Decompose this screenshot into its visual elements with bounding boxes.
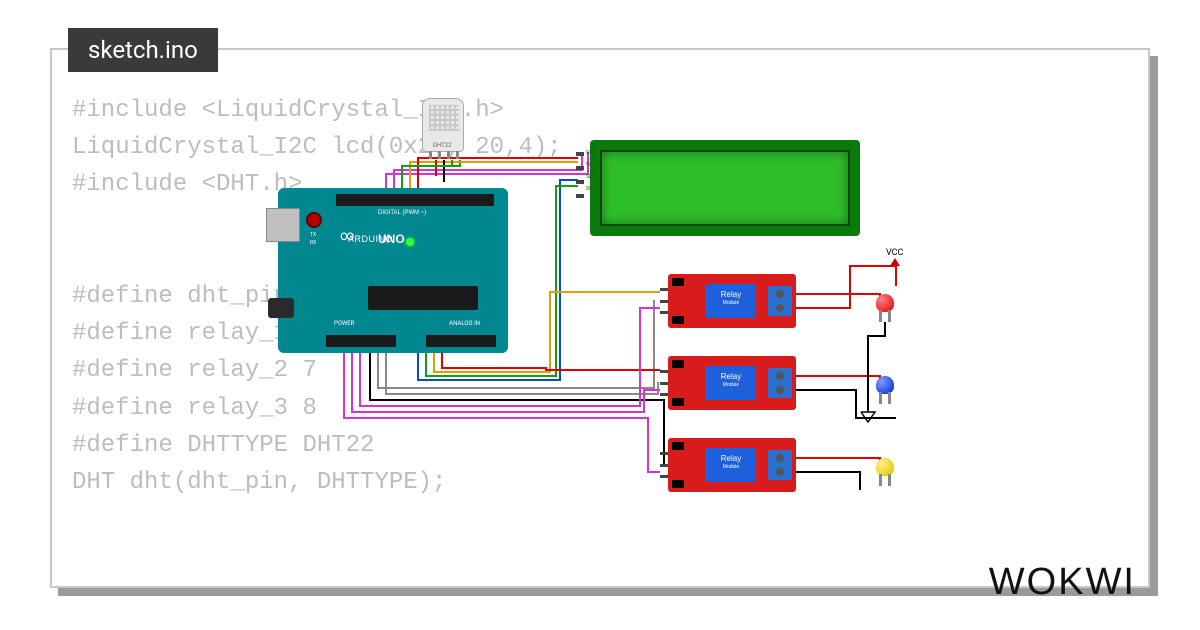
relay-led-icon bbox=[672, 278, 684, 286]
arduino-model-label: UNO bbox=[378, 232, 405, 246]
power-section-label: POWER bbox=[334, 320, 354, 327]
led-red[interactable] bbox=[876, 294, 894, 312]
relay-led-icon bbox=[672, 360, 684, 368]
tx-label: TX bbox=[310, 232, 316, 238]
gnd-icon bbox=[860, 406, 876, 424]
relay-module-3[interactable]: Relay Module bbox=[668, 438, 796, 492]
usb-port-icon bbox=[266, 208, 300, 242]
dht22-grille bbox=[429, 105, 459, 131]
analog-header bbox=[426, 335, 496, 347]
relay-module-2[interactable]: Relay Module bbox=[668, 356, 796, 410]
power-header bbox=[326, 335, 396, 347]
lcd-20x4[interactable]: GND VCC SDA SCL bbox=[590, 140, 860, 236]
lcd-screen bbox=[600, 150, 850, 226]
arduino-uno-board[interactable]: ∞ ARDUINO UNO DIGITAL (PWM ~) POWER ANAL… bbox=[278, 188, 508, 353]
power-led-icon bbox=[406, 238, 414, 246]
relay-block: Relay Module bbox=[706, 284, 756, 318]
dht22-sensor[interactable]: DHT22 bbox=[422, 98, 464, 152]
relay-name: Relay bbox=[721, 290, 741, 299]
power-jack-icon bbox=[268, 298, 294, 318]
dht22-label: DHT22 bbox=[433, 142, 451, 149]
file-tab[interactable]: sketch.ino bbox=[68, 28, 218, 72]
gnd-symbol bbox=[860, 406, 876, 424]
relay-sub: Module bbox=[706, 382, 756, 388]
lcd-i2c-pins bbox=[576, 152, 586, 198]
relay-input-pins bbox=[660, 288, 668, 314]
led-blue[interactable] bbox=[876, 376, 894, 394]
reset-button[interactable] bbox=[306, 212, 322, 228]
relay-led-icon bbox=[672, 398, 684, 406]
relay-block: Relay Module bbox=[706, 448, 756, 482]
atmega-chip-icon bbox=[368, 286, 478, 310]
lcd-pin-sda: SDA bbox=[586, 174, 595, 180]
relay-name: Relay bbox=[721, 454, 741, 463]
file-tab-label: sketch.ino bbox=[88, 36, 198, 64]
dht22-pins bbox=[429, 151, 459, 159]
vcc-symbol: VCC bbox=[886, 248, 903, 266]
relay-block: Relay Module bbox=[706, 366, 756, 400]
wokwi-logo-text: WOKWI bbox=[989, 561, 1136, 603]
wokwi-logo: WOKWI bbox=[989, 561, 1136, 604]
lcd-pin-vcc: VCC bbox=[586, 162, 596, 168]
relay-screw-terminal bbox=[768, 286, 792, 316]
lcd-pin-scl: SCL bbox=[586, 186, 595, 192]
relay-module-1[interactable]: Relay Module bbox=[668, 274, 796, 328]
relay-input-pins bbox=[660, 452, 668, 478]
lcd-pin-gnd: GND bbox=[586, 150, 596, 156]
circuit-canvas[interactable]: DHT22 ∞ ARDUINO UNO DIGITAL (PWM ~) POWE… bbox=[260, 70, 1140, 570]
vcc-label: VCC bbox=[886, 248, 903, 258]
rx-label: RX bbox=[310, 240, 316, 246]
digital-header bbox=[336, 194, 494, 206]
relay-sub: Module bbox=[706, 464, 756, 470]
digital-section-label: DIGITAL (PWM ~) bbox=[378, 210, 426, 216]
vcc-arrow-icon bbox=[890, 258, 900, 266]
relay-screw-terminal bbox=[768, 450, 792, 480]
analog-section-label: ANALOG IN bbox=[449, 320, 480, 327]
relay-screw-terminal bbox=[768, 368, 792, 398]
relay-name: Relay bbox=[721, 372, 741, 381]
relay-led-icon bbox=[672, 442, 684, 450]
relay-sub: Module bbox=[706, 300, 756, 306]
relay-led-icon bbox=[672, 316, 684, 324]
relay-led-icon bbox=[672, 480, 684, 488]
relay-input-pins bbox=[660, 370, 668, 396]
led-yellow[interactable] bbox=[876, 458, 894, 476]
